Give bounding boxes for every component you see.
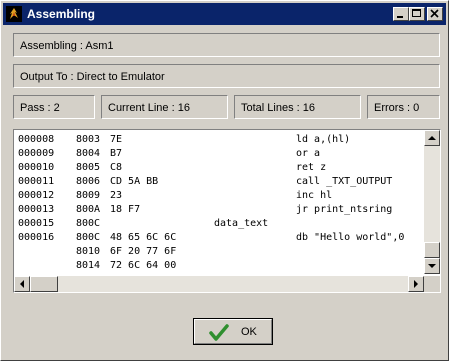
listing-address: 8005 (76, 162, 101, 173)
listing-code: inc hl (296, 190, 333, 201)
errors-field: Errors : 0 (367, 95, 440, 119)
listing-address: 8010 (76, 246, 101, 257)
listing-code: ld a,(hl) (296, 134, 351, 145)
listing-address: 8006 (76, 176, 101, 187)
listing-code: call _TXT_OUTPUT (296, 176, 393, 187)
listing-line-number: 000016 (18, 232, 55, 243)
listing-bytes: 23 (110, 190, 123, 201)
vertical-scrollbar[interactable] (424, 130, 440, 274)
listing-bytes: 72 6C 64 00 (110, 260, 177, 271)
listing-code: ret z (296, 162, 327, 173)
assembling-field: Assembling : Asm1 (13, 33, 440, 57)
total-lines-label: Total Lines : 16 (241, 102, 315, 114)
listing-line-number: 000013 (18, 204, 55, 215)
listing-address: 800C (76, 218, 101, 229)
listing-address: 8009 (76, 190, 101, 201)
assembling-dialog: Assembling Assembling : Asm1 Output To :… (0, 0, 449, 361)
window-title: Assembling (27, 7, 96, 21)
checkmark-icon (209, 324, 229, 345)
title-bar[interactable]: Assembling (3, 3, 446, 25)
output-field: Output To : Direct to Emulator (13, 64, 440, 88)
horizontal-scroll-thumb[interactable] (30, 276, 58, 292)
ok-button-face: OK (194, 319, 272, 344)
listing-bytes: 48 65 6C 6C (110, 232, 177, 243)
listing-rows: 000008 8003 7E ld a,(hl) 000009 8004 B7 or a 000… (14, 130, 422, 274)
scroll-right-button[interactable] (408, 276, 424, 292)
listing-bytes: 18 F7 (110, 204, 141, 215)
listing-address: 8014 (76, 260, 101, 271)
vertical-scroll-thumb[interactable] (424, 242, 440, 258)
maximize-button[interactable] (409, 7, 425, 21)
scroll-up-button[interactable] (424, 130, 440, 146)
listing-bytes: CD 5A BB (110, 176, 159, 187)
listing-bytes: 6F 20 77 6F (110, 246, 177, 257)
output-label: Output To : Direct to Emulator (20, 71, 165, 83)
scroll-left-button[interactable] (14, 276, 30, 292)
ok-label: OK (241, 326, 257, 338)
listing-label: data_text (214, 218, 269, 229)
scroll-corner (424, 276, 440, 292)
listing-box[interactable]: 000008 8003 7E ld a,(hl) 000009 8004 B7 or a 000… (13, 129, 441, 293)
listing-bytes: 7E (110, 134, 123, 145)
listing-address: 8004 (76, 148, 101, 159)
pass-field: Pass : 2 (13, 95, 95, 119)
ok-button[interactable]: OK (193, 318, 273, 345)
current-line-field: Current Line : 16 (101, 95, 228, 119)
errors-label: Errors : 0 (374, 102, 420, 114)
listing-bytes: B7 (110, 148, 123, 159)
listing-address: 800A (76, 204, 101, 215)
listing-line-number: 000009 (18, 148, 55, 159)
listing-line-number: 000012 (18, 190, 55, 201)
listing-line-number: 000008 (18, 134, 55, 145)
total-lines-field: Total Lines : 16 (234, 95, 361, 119)
listing-line-number: 000015 (18, 218, 55, 229)
assembling-label: Assembling : Asm1 (20, 40, 114, 52)
listing-code: db "Hello world",0 (296, 232, 405, 243)
app-flame-icon (6, 6, 22, 22)
pass-label: Pass : 2 (20, 102, 60, 114)
current-line-label: Current Line : 16 (108, 102, 190, 114)
listing-line-number: 000011 (18, 176, 55, 187)
listing-line-number: 000010 (18, 162, 55, 173)
listing-bytes: C8 (110, 162, 123, 173)
minimize-button[interactable] (393, 7, 409, 21)
scroll-down-button[interactable] (424, 258, 440, 274)
listing-address: 8003 (76, 134, 101, 145)
horizontal-scrollbar[interactable] (14, 276, 424, 292)
close-button[interactable] (427, 7, 443, 21)
listing-code: or a (296, 148, 321, 159)
listing-address: 800C (76, 232, 101, 243)
listing-code: jr print_ntsring (296, 204, 393, 215)
